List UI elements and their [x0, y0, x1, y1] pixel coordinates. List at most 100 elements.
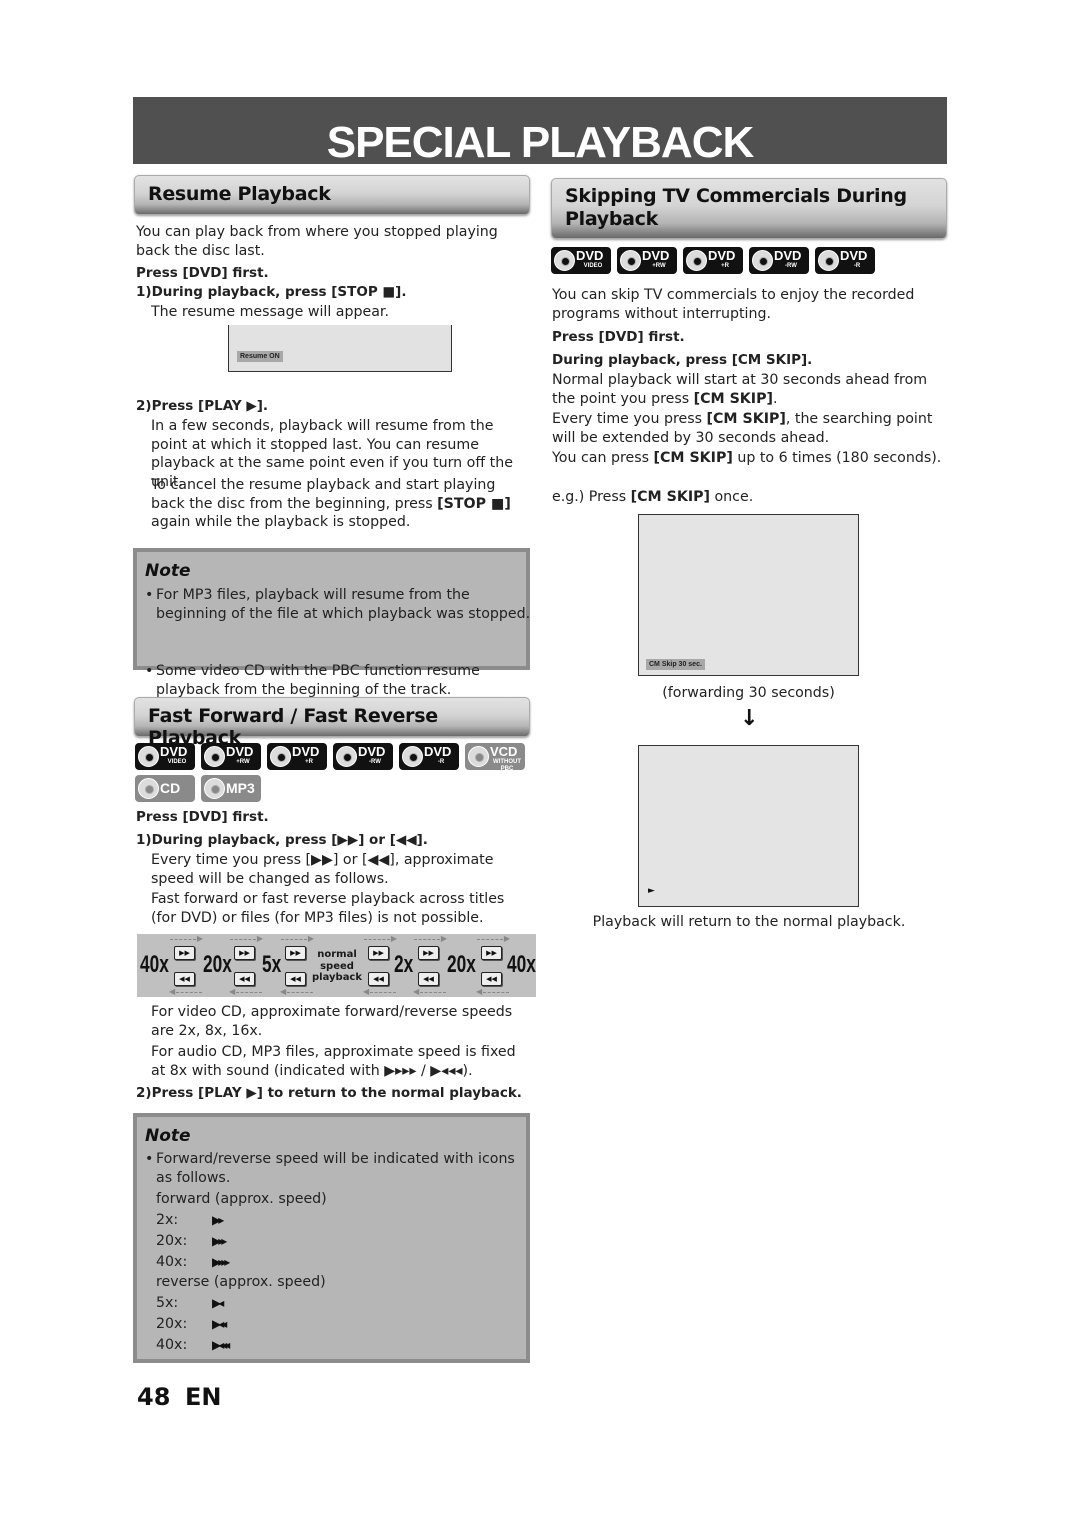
disc-icon: DVD +RW	[617, 247, 677, 274]
fast-forward-key-icon: ▶▶	[368, 946, 389, 960]
speed-row: 20x: ▶◂◂	[156, 1315, 456, 1336]
disc-icon: DVD VIDEO	[551, 247, 611, 274]
normal-speed-text: normal	[317, 949, 357, 960]
note-box-fast: Note Forward/reverse speed will be indic…	[133, 1113, 530, 1363]
fast-forward-key-icon: ▶▶	[174, 946, 195, 960]
disc-label: DVD	[708, 248, 736, 263]
disc-graphic-icon	[204, 746, 225, 767]
disc-sublabel: -R	[437, 759, 445, 765]
speed-label: 20x	[203, 951, 232, 978]
disc-label: DVD	[642, 248, 670, 263]
page-title-banner: SPECIAL PLAYBACK	[133, 97, 947, 165]
disc-type-icons: DVD VIDEO DVD +RW DVD +R DVD -RW DVD -R	[551, 247, 951, 274]
note-item: Forward/reverse speed will be indicated …	[145, 1150, 531, 1187]
forward-title: forward (approx. speed)	[156, 1191, 327, 1207]
disc-icon: DVD VIDEO	[135, 743, 195, 770]
section-header-cmskip: Skipping TV Commercials During Playback	[551, 178, 947, 239]
fast-forward-key-icon: ▶▶	[418, 946, 439, 960]
step-1: 1)During playback, press [STOP ■].	[136, 284, 407, 300]
disc-graphic-icon	[204, 778, 225, 799]
vcd-speed-desc: For video CD, approximate forward/revers…	[151, 1004, 513, 1039]
speed-value: 40x:	[156, 1337, 188, 1353]
speed-row: 40x: ▶▸▸▸	[156, 1253, 456, 1274]
disc-icon: DVD -R	[399, 743, 459, 770]
disc-label: DVD	[774, 248, 802, 263]
note-item: Some video CD with the PBC function resu…	[145, 662, 531, 699]
section-title: Fast Forward / Fast Reverse Playback	[148, 705, 438, 749]
speed-label: 20x	[447, 951, 476, 978]
disc-sublabel: +RW	[236, 759, 250, 765]
disc-icon: DVD -RW	[333, 743, 393, 770]
press-dvd-first: Press [DVD] first.	[552, 329, 685, 345]
speed-value: 2x:	[156, 1212, 179, 1228]
reverse-speed-list: 5x: ▶◂ 20x: ▶◂◂ 40x: ▶◂◂◂	[156, 1294, 456, 1357]
text: Every time you press	[552, 411, 707, 427]
disc-label: DVD	[226, 744, 254, 759]
speed-row: 5x: ▶◂	[156, 1294, 456, 1315]
speed-row: 20x: ▶▸▸	[156, 1232, 456, 1253]
normal-speed-text: playback	[311, 972, 363, 983]
step-1-desc: The resume message will appear.	[151, 304, 389, 320]
forward-arrow-icon	[281, 934, 314, 943]
normal-playback-screen: ►	[638, 745, 859, 907]
disc-graphic-icon	[752, 250, 773, 271]
step-2: 2)Press [PLAY ▶] to return to the normal…	[136, 1085, 522, 1101]
disc-icon: VCD WITHOUT PBC	[465, 743, 525, 772]
cmskip-osd-screen: CM Skip 30 sec.	[638, 514, 859, 676]
speed-value: 5x:	[156, 1295, 179, 1311]
disc-sublabel: -R	[853, 263, 861, 269]
disc-graphic-icon	[336, 746, 357, 767]
caption-return: Playback will return to the normal playb…	[592, 914, 906, 930]
text: .	[772, 390, 778, 407]
speed-indicator-icon: ▶▸▸▸	[212, 1255, 230, 1269]
section-header-resume: Resume Playback	[134, 175, 530, 215]
disc-sublabel: +RW	[652, 263, 666, 269]
disc-icon: DVD +RW	[201, 743, 261, 770]
cd-speed-desc: For audio CD, MP3 files, approximate spe…	[151, 1044, 516, 1079]
speed-value: 20x:	[156, 1233, 188, 1249]
step-1: 1)During playback, press [▶▶] or [◀◀].	[136, 832, 428, 848]
note-title: Note	[145, 1126, 191, 1146]
disc-sublabel: VIDEO	[167, 759, 187, 765]
osd-message: CM Skip 30 sec.	[646, 659, 705, 670]
text: e.g.) Press	[552, 489, 631, 505]
disc-icon: DVD +R	[683, 247, 743, 274]
text: up to 6 times (180 seconds).	[732, 450, 942, 466]
fast-reverse-key-icon: ◀◀	[285, 972, 306, 986]
disc-label: DVD	[358, 744, 386, 759]
normal-speed-text: speed	[320, 960, 354, 972]
speed-label: 40x	[140, 951, 169, 978]
disc-label: DVD	[424, 744, 452, 759]
text: once.	[709, 489, 754, 505]
forward-arrow-icon	[414, 934, 447, 943]
fast-reverse-key-icon: ◀◀	[481, 972, 502, 986]
fast-forward-key-icon: ▶▶	[285, 946, 306, 960]
disc-sublabel: -RW	[369, 759, 381, 765]
speed-value: 40x:	[156, 1254, 188, 1270]
reverse-arrow-icon	[229, 987, 262, 996]
page-number: 48	[137, 1383, 171, 1411]
text: again while the playback is stopped.	[151, 514, 411, 530]
reverse-arrow-icon	[476, 987, 509, 996]
section-title-line2: Playback	[565, 208, 658, 230]
fast-forward-key-icon: ▶▶	[481, 946, 502, 960]
disc-icon: DVD -RW	[749, 247, 809, 274]
reverse-arrow-icon	[413, 987, 446, 996]
cmskip-desc-2: Every time you press [CM SKIP], the sear…	[552, 410, 944, 447]
disc-graphic-icon	[138, 778, 159, 799]
cmskip-desc-1: Normal playback will start at 30 seconds…	[552, 371, 944, 408]
reverse-arrow-icon	[169, 987, 202, 996]
disc-icon: MP3	[201, 775, 261, 802]
cmskip-desc-3: You can press [CM SKIP] up to 6 times (1…	[552, 449, 944, 468]
disc-label: CD	[160, 780, 181, 796]
reverse-arrow-icon	[280, 987, 313, 996]
disc-graphic-icon	[468, 746, 489, 767]
cmskip-intro: You can skip TV commercials to enjoy the…	[552, 287, 915, 322]
disc-sublabel: VIDEO	[583, 263, 603, 269]
section-header-fast: Fast Forward / Fast Reverse Playback	[134, 697, 530, 749]
fast-reverse-key-icon: ◀◀	[368, 972, 389, 986]
disc-type-icons: DVD VIDEO DVD +RW DVD +R DVD -RW DVD -R VCD WITHOUT…	[135, 743, 535, 802]
step-2-cancel-desc: To cancel the resume playback and start …	[151, 476, 529, 532]
fast-forward-key-icon: ▶▶	[234, 946, 255, 960]
disc-label: DVD	[160, 744, 188, 759]
